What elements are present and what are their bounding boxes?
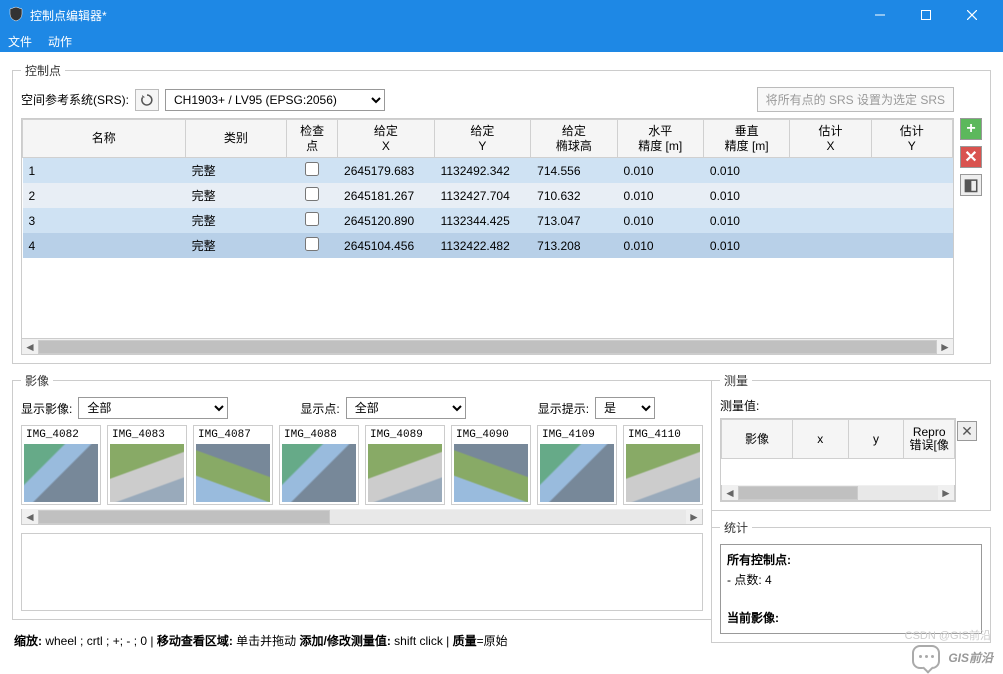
col-check[interactable]: 检查 点 — [287, 120, 338, 158]
image-thumbnail[interactable]: IMG_4082 — [21, 425, 101, 505]
delete-measurement-button[interactable]: ✕ — [957, 421, 977, 441]
image-preview[interactable] — [21, 533, 703, 611]
col-gx[interactable]: 给定 X — [338, 120, 435, 158]
thumbnail-image — [24, 444, 98, 502]
measurement-table: 影像 x y Repro 错误[像 ◄ ► — [720, 418, 956, 502]
stats-group: 统计 所有控制点: - 点数: 4 当前影像: — [711, 519, 991, 643]
thumbnail-label: IMG_4109 — [540, 428, 614, 442]
check-point-checkbox[interactable] — [305, 187, 319, 201]
meas-scroll-right-icon[interactable]: ► — [938, 486, 954, 500]
thumbnail-label: IMG_4090 — [454, 428, 528, 442]
meas-col-repro[interactable]: Repro 错误[像 — [904, 420, 955, 459]
check-point-checkbox[interactable] — [305, 212, 319, 226]
control-points-table: 名称 类别 检查 点 给定 X 给定 Y 给定 椭球高 水平 精度 [m] 垂直… — [21, 118, 954, 339]
image-thumbnail[interactable]: IMG_4087 — [193, 425, 273, 505]
app-icon — [8, 6, 24, 25]
check-point-checkbox[interactable] — [305, 162, 319, 176]
thumbnail-image — [626, 444, 700, 502]
check-point-checkbox[interactable] — [305, 237, 319, 251]
show-hint-select[interactable]: 是 — [595, 397, 655, 419]
apply-srs-button[interactable]: 将所有点的 SRS 设置为选定 SRS — [757, 87, 954, 112]
measurement-group: 测量 测量值: 影像 x y Repro 错误[像 ◄ — [711, 372, 991, 511]
thumbnail-image — [368, 444, 442, 502]
thumbnail-label: IMG_4089 — [368, 428, 442, 442]
thumbnail-label: IMG_4110 — [626, 428, 700, 442]
table-row[interactable]: 1完整2645179.6831132492.342714.5560.0100.0… — [23, 158, 953, 184]
image-thumbnail[interactable]: IMG_4090 — [451, 425, 531, 505]
col-name[interactable]: 名称 — [23, 120, 186, 158]
show-point-label: 显示点: — [300, 400, 339, 417]
table-hscrollbar[interactable]: ◄ ► — [21, 339, 954, 355]
hints-bar: 缩放: wheel ; crtl ; +; - ; 0 | 移动查看区域: 单击… — [12, 628, 701, 653]
delete-point-button[interactable]: ✕ — [960, 146, 982, 168]
col-gz[interactable]: 给定 椭球高 — [531, 120, 617, 158]
col-gy[interactable]: 给定 Y — [434, 120, 531, 158]
thumbnail-image — [454, 444, 528, 502]
minimize-button[interactable] — [857, 0, 903, 30]
images-legend: 影像 — [21, 372, 53, 389]
srs-label: 空间参考系统(SRS): — [21, 91, 129, 108]
col-hacc[interactable]: 水平 精度 [m] — [617, 120, 703, 158]
measurement-value-label: 测量值: — [720, 397, 956, 414]
thumbnail-label: IMG_4083 — [110, 428, 184, 442]
image-thumbnail[interactable]: IMG_4109 — [537, 425, 617, 505]
measurement-legend: 测量 — [720, 372, 752, 389]
show-hint-label: 显示提示: — [538, 400, 589, 417]
meas-col-img[interactable]: 影像 — [722, 420, 793, 459]
thumbnail-label: IMG_4088 — [282, 428, 356, 442]
thumbnail-label: IMG_4082 — [24, 428, 98, 442]
menu-file[interactable]: 文件 — [8, 33, 32, 50]
window-title: 控制点编辑器* — [30, 7, 107, 24]
stats-legend: 统计 — [720, 519, 752, 536]
srs-refresh-button[interactable] — [135, 89, 159, 111]
image-thumbnail[interactable]: IMG_4083 — [107, 425, 187, 505]
misc-point-button[interactable]: ◧ — [960, 174, 982, 196]
thumbnail-image — [282, 444, 356, 502]
show-image-label: 显示影像: — [21, 400, 72, 417]
menu-action[interactable]: 动作 — [48, 33, 72, 50]
close-button[interactable] — [949, 0, 995, 30]
scroll-right-icon[interactable]: ► — [937, 340, 953, 354]
menu-bar: 文件 动作 — [0, 30, 1003, 52]
thumbnail-image — [110, 444, 184, 502]
table-row[interactable]: 3完整2645120.8901132344.425713.0470.0100.0… — [23, 208, 953, 233]
control-points-legend: 控制点 — [21, 62, 65, 79]
col-ex[interactable]: 估计 X — [790, 120, 871, 158]
table-row[interactable]: 4完整2645104.4561132422.482713.2080.0100.0… — [23, 233, 953, 258]
meas-scroll-left-icon[interactable]: ◄ — [722, 486, 738, 500]
image-thumbnail[interactable]: IMG_4088 — [279, 425, 359, 505]
images-group: 影像 显示影像: 全部 显示点: 全部 显示提示: 是 IMG_4082 IMG_… — [12, 372, 712, 620]
thumbnail-image — [540, 444, 614, 502]
image-thumbnail[interactable]: IMG_4110 — [623, 425, 703, 505]
thumbnail-label: IMG_4087 — [196, 428, 270, 442]
srs-select[interactable]: CH1903+ / LV95 (EPSG:2056) — [165, 89, 385, 111]
thumbnail-image — [196, 444, 270, 502]
table-row[interactable]: 2完整2645181.2671132427.704710.6320.0100.0… — [23, 183, 953, 208]
thumbs-scroll-left-icon[interactable]: ◄ — [22, 510, 38, 524]
show-point-select[interactable]: 全部 — [346, 397, 466, 419]
col-ey[interactable]: 估计 Y — [871, 120, 952, 158]
thumbs-scroll-right-icon[interactable]: ► — [686, 510, 702, 524]
meas-col-x[interactable]: x — [792, 420, 848, 459]
stats-text: 所有控制点: - 点数: 4 当前影像: — [720, 544, 982, 634]
image-thumbnail[interactable]: IMG_4089 — [365, 425, 445, 505]
col-type[interactable]: 类别 — [185, 120, 287, 158]
window-titlebar: 控制点编辑器* — [0, 0, 1003, 30]
col-vacc[interactable]: 垂直 精度 [m] — [703, 120, 789, 158]
thumbs-hscrollbar[interactable]: ◄ ► — [21, 509, 703, 525]
add-point-button[interactable]: + — [960, 118, 982, 140]
meas-hscrollbar[interactable]: ◄ ► — [721, 485, 955, 501]
meas-col-y[interactable]: y — [848, 420, 904, 459]
maximize-button[interactable] — [903, 0, 949, 30]
control-points-group: 控制点 空间参考系统(SRS): CH1903+ / LV95 (EPSG:20… — [12, 62, 991, 364]
show-image-select[interactable]: 全部 — [78, 397, 228, 419]
scroll-left-icon[interactable]: ◄ — [22, 340, 38, 354]
